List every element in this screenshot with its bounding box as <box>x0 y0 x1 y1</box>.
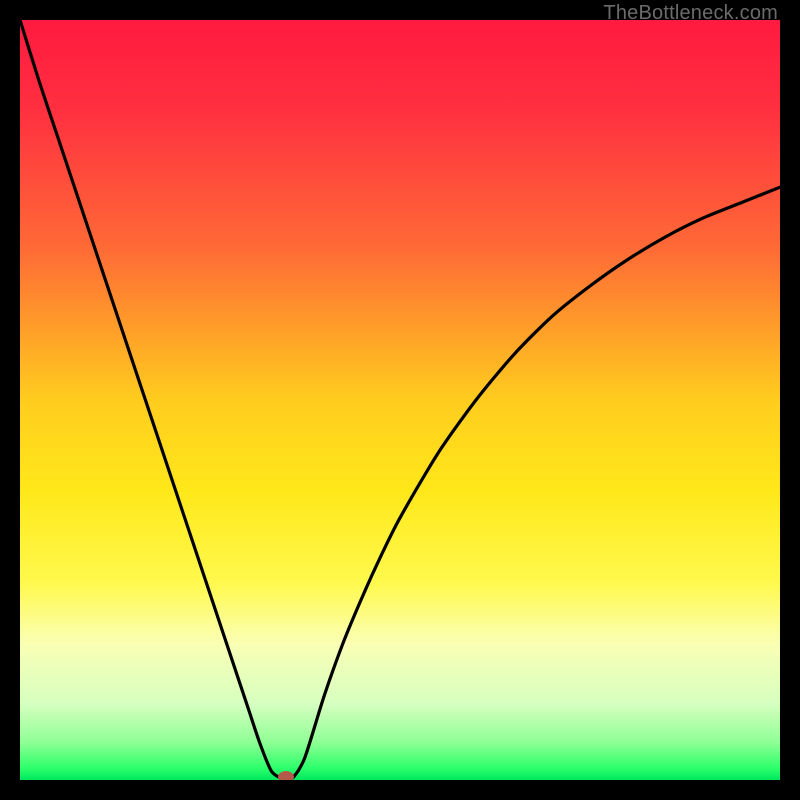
plot-svg <box>20 20 780 780</box>
chart-frame <box>20 20 780 780</box>
watermark-text: TheBottleneck.com <box>603 2 778 25</box>
gradient-background <box>20 20 780 780</box>
